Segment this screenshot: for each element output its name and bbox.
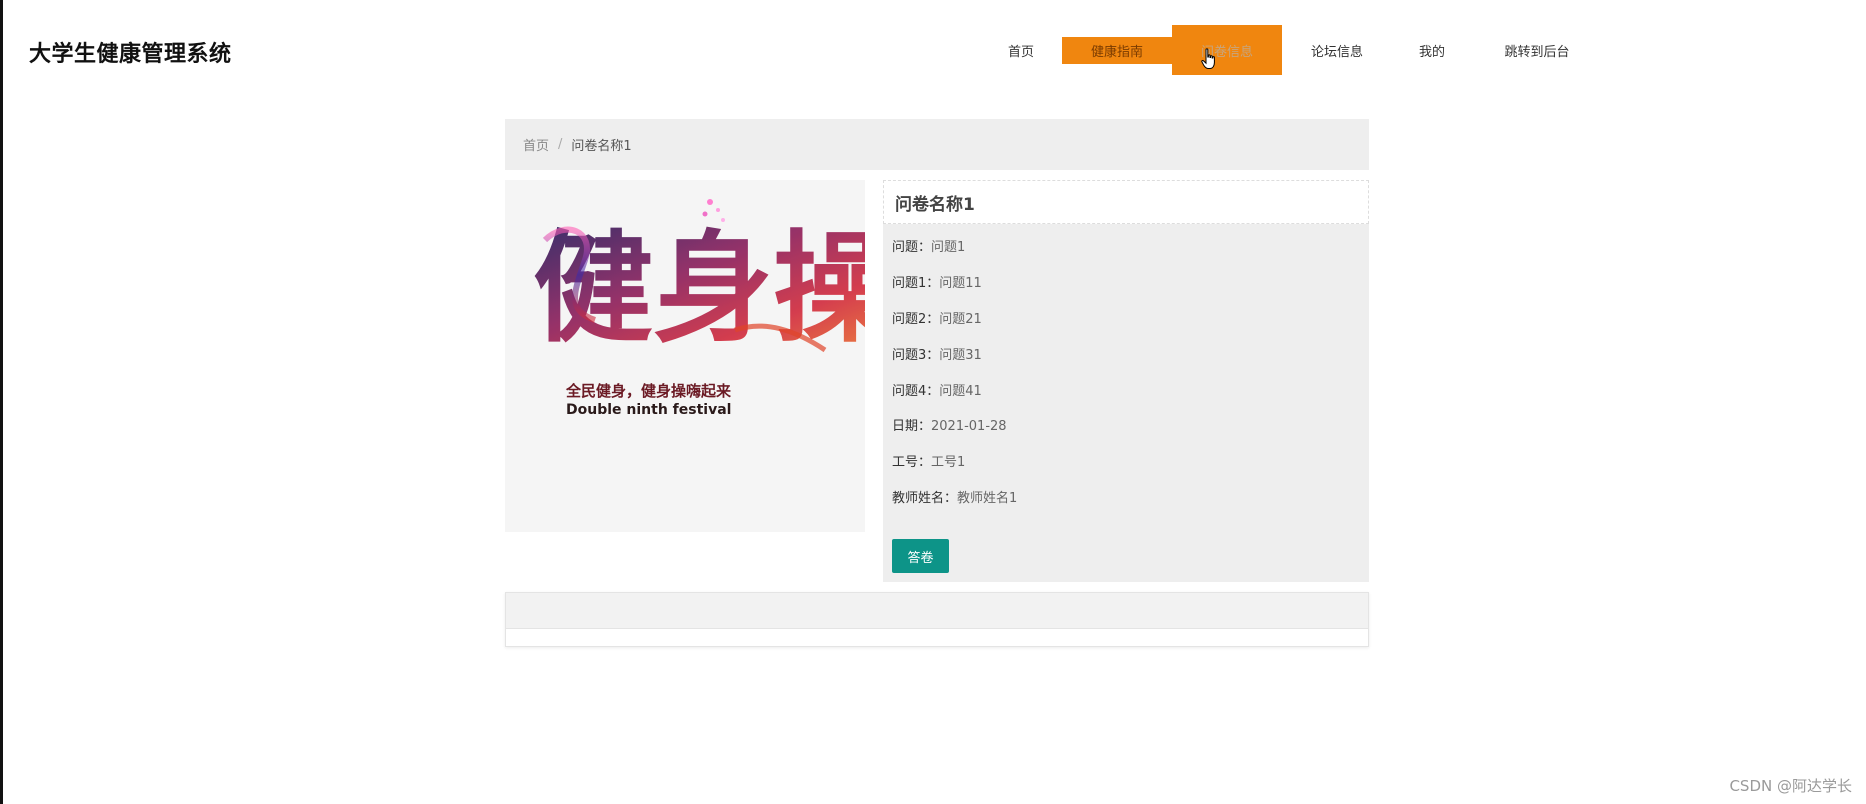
field-label: 问题1： [892, 276, 940, 291]
field-date: 日期：2021-01-28 [892, 415, 1007, 434]
field-label: 教师姓名： [892, 491, 958, 506]
comment-panel-header [506, 593, 1368, 629]
poster-caption-cn: 全民健身，健身操嗨起来 [566, 382, 732, 400]
field-employee-id: 工号：工号1 [892, 451, 965, 470]
fitness-poster-image: 健身操 全民健身，健身操嗨起来 Double ninth festival [505, 180, 893, 468]
calligraphy-art: 健身操 [533, 199, 893, 359]
field-value: 问题1 [931, 240, 966, 255]
field-value: 问题11 [939, 276, 982, 291]
survey-title: 问卷名称1 [883, 180, 1369, 224]
poster-caption-en: Double ninth festival [566, 402, 732, 418]
answer-survey-button[interactable]: 答卷 [892, 539, 949, 573]
field-question-3: 问题3：问题31 [892, 344, 982, 363]
field-question-1: 问题1：问题11 [892, 272, 982, 291]
survey-detail-panel: 问卷名称1 问题：问题1 问题1：问题11 问题2：问题21 问题3：问题31 … [883, 180, 1369, 582]
site-title: 大学生健康管理系统 [29, 42, 232, 67]
field-label: 问题3： [892, 348, 940, 363]
field-label: 问题： [892, 240, 932, 255]
nav-item-forum[interactable]: 论坛信息 [1282, 25, 1392, 75]
field-label: 日期： [892, 419, 932, 434]
nav-item-mine[interactable]: 我的 [1392, 25, 1472, 75]
field-question-2: 问题2：问题21 [892, 308, 982, 327]
field-value: 问题41 [939, 384, 982, 399]
hand-cursor-icon [1201, 48, 1215, 69]
nav-item-health-guide[interactable]: 健康指南 [1062, 37, 1172, 64]
nav-item-home[interactable]: 首页 [981, 25, 1061, 75]
field-value: 教师姓名1 [957, 491, 1018, 506]
survey-image-panel: 健身操 全民健身，健身操嗨起来 Double ninth festival [505, 180, 893, 532]
field-question-4: 问题4：问题41 [892, 380, 982, 399]
breadcrumb-separator: / [558, 137, 563, 152]
nav-item-admin[interactable]: 跳转到后台 [1472, 25, 1602, 75]
breadcrumb-home-link[interactable]: 首页 [523, 135, 549, 154]
field-value: 问题31 [939, 348, 982, 363]
watermark: CSDN @阿达学长 [1729, 777, 1852, 795]
field-value: 2021-01-28 [931, 419, 1007, 434]
field-value: 工号1 [931, 455, 966, 470]
field-question: 问题：问题1 [892, 236, 965, 255]
breadcrumb-current: 问卷名称1 [571, 139, 632, 154]
page: 大学生健康管理系统 首页 健康指南 问卷信息 论坛信息 我的 跳转到后台 首页 … [0, 0, 1866, 804]
field-teacher-name: 教师姓名：教师姓名1 [892, 487, 1017, 506]
field-label: 问题4： [892, 384, 940, 399]
field-value: 问题21 [939, 312, 982, 327]
field-label: 工号： [892, 455, 932, 470]
nav-item-survey[interactable]: 问卷信息 [1172, 25, 1282, 75]
breadcrumb: 首页 / 问卷名称1 [505, 119, 1369, 170]
comment-panel [505, 592, 1369, 647]
field-label: 问题2： [892, 312, 940, 327]
